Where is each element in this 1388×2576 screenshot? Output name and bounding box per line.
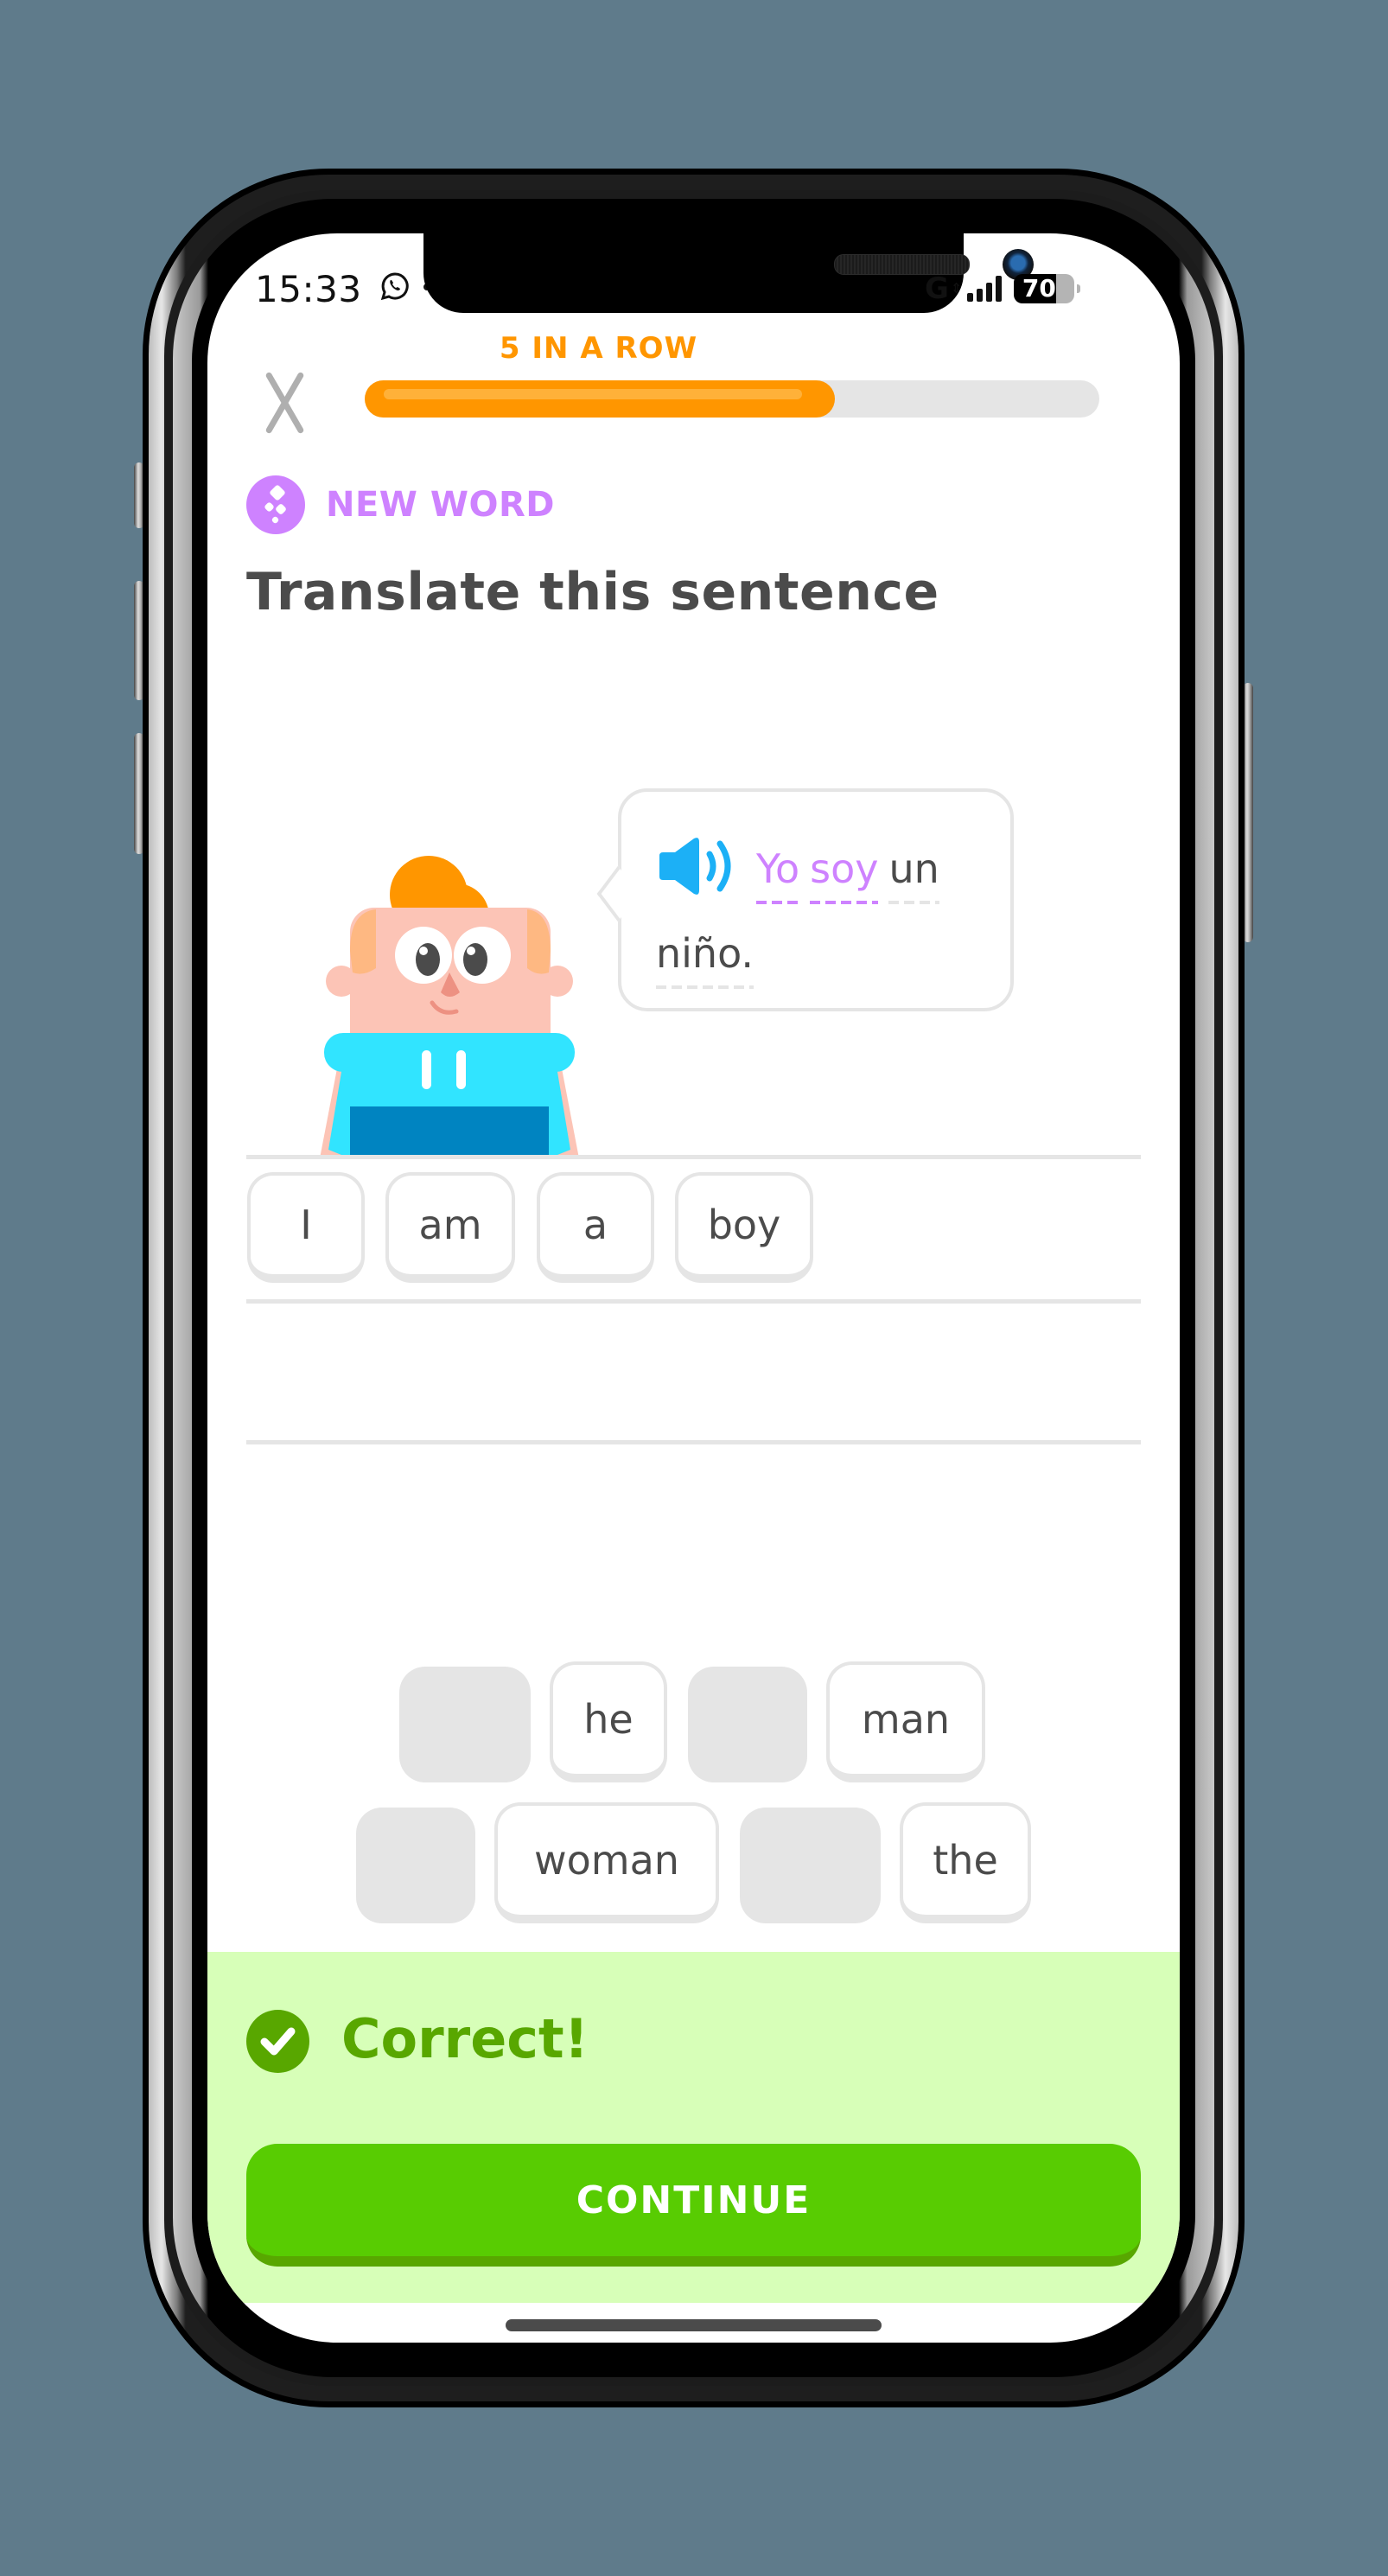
speech-bubble: Yo soy un niño.	[596, 788, 1014, 1011]
word-bank-chip[interactable]: woman	[494, 1802, 719, 1923]
status-right: G ⇕ 70	[925, 271, 1081, 306]
challenge-title: Translate this sentence	[246, 562, 939, 622]
new-word-label: NEW WORD	[326, 485, 555, 525]
answer-line-middle	[246, 1299, 1141, 1304]
word-bank-empty-slot	[688, 1667, 807, 1782]
status-time: 15:33	[255, 268, 362, 310]
answer-chip[interactable]: I	[247, 1172, 365, 1283]
word-bank-chip[interactable]: man	[826, 1661, 985, 1782]
data-arrows-icon: ⇕	[950, 280, 963, 296]
speaker-icon[interactable]	[656, 835, 739, 897]
character-illustration	[320, 856, 579, 1158]
check-circle-icon	[246, 2010, 309, 2073]
word-bank-chip[interactable]: the	[900, 1802, 1031, 1923]
feedback-panel: Correct! CONTINUE	[207, 1952, 1180, 2303]
new-word-tag: NEW WORD	[246, 475, 555, 534]
word-bank-empty-slot	[356, 1808, 475, 1923]
prompt-word[interactable]: un	[888, 847, 940, 904]
prompt-word[interactable]: Yo	[756, 847, 800, 904]
progress-shine	[384, 389, 802, 399]
earpiece	[834, 254, 970, 275]
answer-chip[interactable]: a	[537, 1172, 654, 1283]
network-type: G	[925, 271, 949, 306]
prompt-word[interactable]: niño.	[656, 932, 754, 989]
answer-chip[interactable]: boy	[675, 1172, 813, 1283]
phone-screen: 15:33 G ⇕ 70 5 IN A ROW NEW WORD Transla…	[207, 233, 1180, 2343]
home-indicator[interactable]	[506, 2319, 882, 2331]
notch	[423, 233, 1034, 313]
progress-fill	[365, 380, 835, 418]
battery-icon: 70	[1014, 274, 1081, 303]
prompt-sentence: Yo soy un niño.	[656, 826, 984, 996]
word-bank-chip[interactable]: he	[550, 1661, 667, 1782]
battery-level: 70	[1022, 274, 1056, 303]
lesson-progress-bar	[365, 380, 1099, 418]
new-word-icon	[246, 475, 305, 534]
answer-line-bottom	[246, 1440, 1141, 1444]
continue-button[interactable]: CONTINUE	[246, 2144, 1141, 2267]
streak-label: 5 IN A ROW	[499, 331, 698, 366]
prompt-word[interactable]: soy	[810, 847, 879, 904]
word-bank-empty-slot	[740, 1808, 881, 1923]
whatsapp-icon	[380, 272, 409, 301]
feedback-message: Correct!	[341, 2007, 589, 2070]
answer-chip[interactable]: am	[385, 1172, 515, 1283]
word-bank-empty-slot	[399, 1667, 531, 1782]
answer-line-top	[246, 1155, 1141, 1159]
close-icon[interactable]	[252, 370, 318, 436]
signal-icon	[967, 276, 1003, 302]
